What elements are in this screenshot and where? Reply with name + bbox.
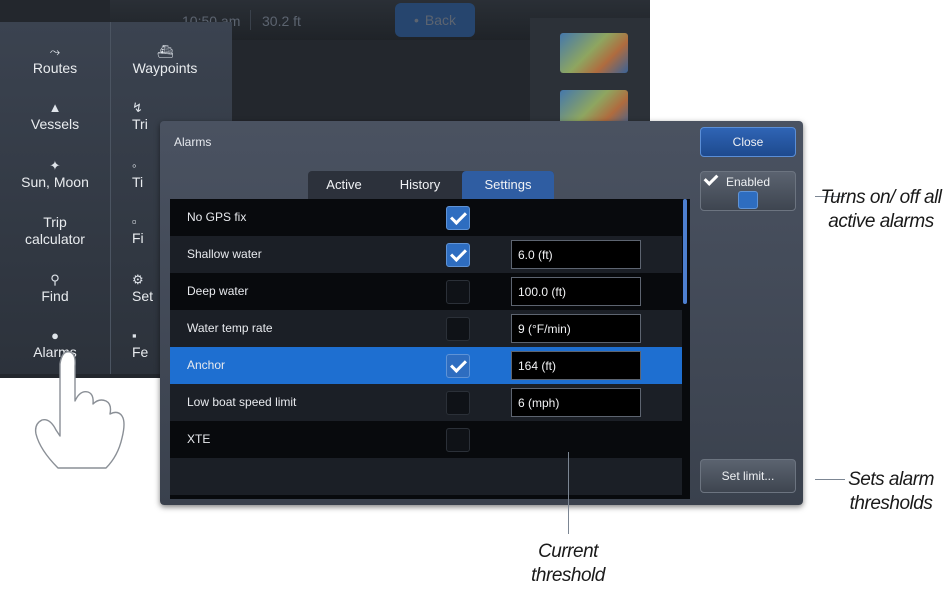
alarm-tabs: Active History Settings (308, 171, 554, 199)
alarm-label: Anchor (187, 358, 226, 372)
alarm-checkbox[interactable] (446, 206, 470, 230)
alarm-checkbox[interactable] (446, 428, 470, 452)
map-thumbnail[interactable] (560, 33, 628, 73)
menu-item-waypoints[interactable]: ⛴ Waypoints (110, 44, 220, 76)
enabled-toggle[interactable]: Enabled (700, 171, 796, 211)
alarm-checkbox[interactable] (446, 317, 470, 341)
alarm-label: XTE (187, 432, 211, 446)
alarm-label: Water temp rate (187, 321, 273, 335)
back-label: Back (424, 12, 457, 28)
back-arrow-icon: • (413, 12, 419, 28)
vessels-icon: ▲ (48, 100, 62, 115)
callout-line-threshold (568, 452, 569, 534)
alarm-checkbox[interactable] (446, 354, 470, 378)
menu-item-label: Tri (132, 116, 148, 132)
status-divider (250, 10, 251, 30)
threshold-field[interactable]: 6.0 (ft) (511, 240, 641, 269)
close-button[interactable]: Close (700, 127, 796, 157)
alarms-dialog: Alarms Active History Settings No GPS fi… (160, 121, 803, 505)
alarm-row-shallow-water[interactable]: Shallow water 6.0 (ft) (170, 236, 682, 273)
alarm-label: Shallow water (187, 247, 262, 261)
menu-item-vessels[interactable]: ▲ Vessels (0, 100, 110, 132)
threshold-field[interactable]: 164 (ft) (511, 351, 641, 380)
depth-readout: 30.2 ft (262, 13, 301, 29)
alarm-checkbox[interactable] (446, 391, 470, 415)
alarm-label: Low boat speed limit (187, 395, 297, 409)
threshold-field[interactable]: 6 (mph) (511, 388, 641, 417)
menu-item-label: Sun, Moon (21, 174, 89, 190)
menu-item-find[interactable]: ⚲ Find (0, 272, 110, 304)
menu-item-label: Vessels (30, 116, 80, 132)
back-button[interactable]: • Back (395, 3, 475, 37)
alarm-row-no-gps-fix[interactable]: No GPS fix (170, 199, 682, 236)
alarm-checkbox[interactable] (446, 243, 470, 267)
alarm-row-anchor[interactable]: Anchor 164 (ft) (170, 347, 682, 384)
menu-item-label: Trip calculator (25, 214, 85, 247)
enabled-label: Enabled (725, 175, 771, 189)
menu-item-label: Waypoints (132, 60, 198, 76)
trails-icon: ↯ (132, 100, 143, 115)
menu-item-label: Fi (132, 230, 144, 246)
callout-enabled: Turns on/ off all active alarms (820, 187, 942, 232)
callout-set-limit: Sets alarm thresholds (848, 469, 934, 514)
alarm-label: Deep water (187, 284, 249, 298)
alarm-list: No GPS fix Shallow water 6.0 (ft) Deep w… (170, 199, 690, 499)
enabled-checkbox[interactable] (738, 191, 758, 209)
set-limit-button[interactable]: Set limit... (700, 459, 796, 493)
pointing-hand-icon (34, 351, 125, 469)
menu-item-label: Find (41, 288, 69, 304)
alarm-row-xte[interactable]: XTE (170, 421, 682, 458)
routes-icon: ⤳ (49, 44, 61, 59)
alarm-row-partial (170, 458, 682, 495)
tab-history[interactable]: History (380, 171, 460, 199)
alarms-icon: ● (51, 328, 59, 343)
alarm-label: No GPS fix (187, 210, 247, 224)
menu-item-label: Routes (32, 60, 78, 76)
menu-item-label: Ti (132, 174, 144, 190)
tab-active[interactable]: Active (308, 171, 380, 199)
sun-moon-icon: ✦ (49, 158, 61, 173)
threshold-field[interactable]: 9 (°F/min) (511, 314, 641, 343)
threshold-field[interactable]: 100.0 (ft) (511, 277, 641, 306)
alarm-row-water-temp-rate[interactable]: Water temp rate 9 (°F/min) (170, 310, 682, 347)
tab-settings[interactable]: Settings (462, 171, 554, 199)
callout-threshold: Current threshold (531, 541, 605, 586)
dialog-title: Alarms (174, 135, 212, 149)
find-icon: ⚲ (50, 272, 60, 287)
list-scrollbar[interactable] (683, 199, 687, 304)
alarm-row-low-boat-speed[interactable]: Low boat speed limit 6 (mph) (170, 384, 682, 421)
menu-item-label: Set (132, 288, 154, 304)
menu-item-sun-moon[interactable]: ✦ Sun, Moon (0, 158, 110, 190)
alarm-row-deep-water[interactable]: Deep water 100.0 (ft) (170, 273, 682, 310)
waypoints-icon: ⛴ (156, 44, 174, 59)
menu-item-trip-calculator[interactable]: Trip calculator (0, 214, 110, 248)
alarm-checkbox[interactable] (446, 280, 470, 304)
menu-item-routes[interactable]: ⤳ Routes (0, 44, 110, 76)
